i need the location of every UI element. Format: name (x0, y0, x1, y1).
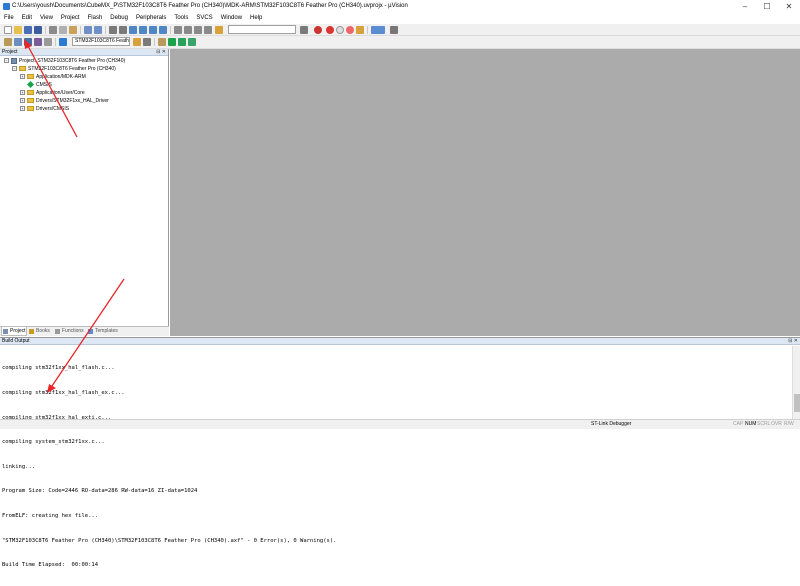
build-output-line: Program Size: Code=2446 RO-data=286 RW-d… (2, 488, 198, 495)
annotation-arrow-top (24, 39, 78, 138)
build-output-line: "STM32F103C8T6 Feather Pro (CH340)\STM32… (2, 537, 337, 544)
annotation-overlay (24, 39, 125, 393)
build-output-line: compiling system_stm32f1xx.c... (2, 439, 105, 446)
build-output-line: Build Time Elapsed: 00:00:14 (2, 562, 99, 569)
build-output-line: linking... (2, 463, 36, 470)
annotation-arrow-bottom (47, 278, 125, 393)
build-output-line: FromELF: creating hex file... (2, 513, 99, 520)
